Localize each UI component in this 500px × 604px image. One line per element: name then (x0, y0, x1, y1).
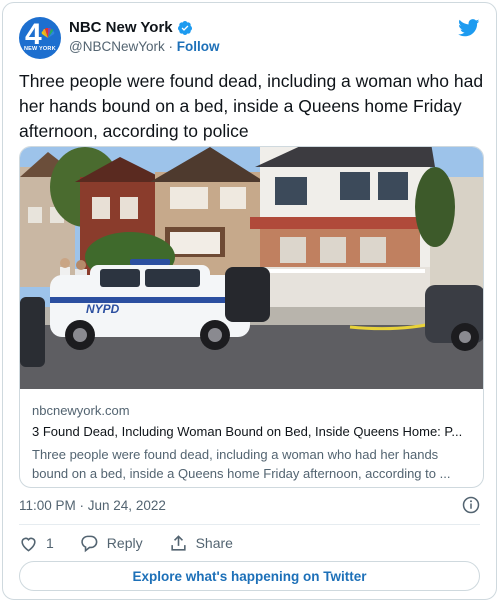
link-domain: nbcnewyork.com (32, 403, 130, 418)
like-count: 1 (46, 535, 54, 551)
twitter-bird-icon[interactable] (458, 19, 480, 37)
tweet-actions: 1 Reply Share (19, 533, 259, 553)
avatar[interactable]: 4 NEW YORK (19, 17, 61, 59)
link-card-meta: nbcnewyork.com 3 Found Dead, Including W… (32, 403, 471, 483)
tweet-text: Three people were found dead, including … (19, 71, 484, 141)
like-action[interactable]: 1 (19, 534, 54, 553)
tweet-header: 4 NEW YORK NBC New York @NBCNewYork · Fo… (19, 17, 480, 61)
link-preview-card[interactable]: NYPD nbcnewyork.com 3 Found Dead, Includ… (19, 146, 484, 488)
follow-button[interactable]: Follow (177, 39, 220, 54)
share-icon (170, 534, 186, 551)
share-action[interactable]: Share (169, 534, 233, 553)
tweet-timestamp[interactable]: 11:00 PM · Jun 24, 2022 (19, 498, 166, 513)
display-name-row[interactable]: NBC New York (69, 19, 220, 36)
handle-separator: · (168, 39, 174, 54)
peacock-logo-icon (41, 28, 55, 38)
divider (19, 524, 480, 525)
info-icon[interactable] (462, 496, 480, 514)
reply-bubble-icon (81, 535, 98, 552)
tweet-embed-card: 4 NEW YORK NBC New York @NBCNewYork · Fo… (2, 2, 497, 600)
display-name[interactable]: NBC New York (69, 19, 173, 36)
link-title: 3 Found Dead, Including Woman Bound on B… (32, 424, 463, 439)
article-photo: NYPD (20, 147, 483, 389)
reply-action[interactable]: Reply (80, 534, 143, 553)
reply-label: Reply (106, 535, 143, 551)
nypd-car-text: NYPD (86, 302, 120, 316)
account-names: NBC New York @NBCNewYork · Follow (69, 19, 220, 54)
verified-badge-icon (177, 20, 192, 35)
explore-button[interactable]: Explore what's happening on Twitter (19, 561, 480, 591)
link-description: Three people were found dead, including … (32, 447, 451, 481)
handle[interactable]: @NBCNewYork (69, 39, 165, 54)
share-label: Share (195, 535, 233, 551)
avatar-sub-label: NEW YORK (24, 46, 56, 52)
heart-icon (21, 537, 36, 552)
handle-line: @NBCNewYork · Follow (69, 39, 220, 54)
